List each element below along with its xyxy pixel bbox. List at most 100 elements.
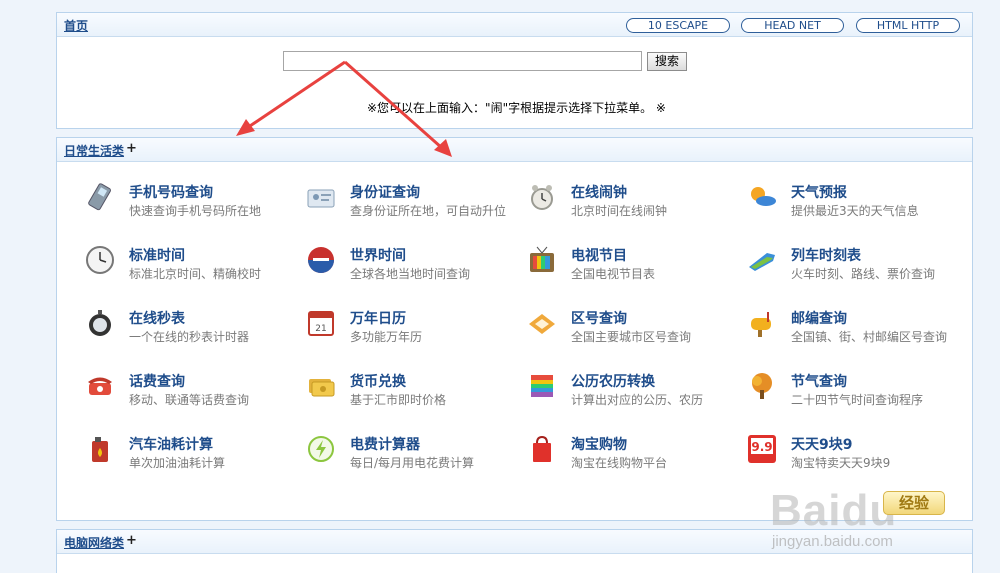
tool-title: 电费计算器	[350, 437, 420, 453]
tool-desc: 全国电视节目表	[571, 267, 656, 281]
mailbox-icon	[751, 312, 771, 337]
stopwatch-icon	[89, 310, 111, 336]
network-expand-plus[interactable]: +	[126, 533, 137, 548]
tool-desc: 淘宝特卖天天9块9	[791, 456, 891, 470]
tool-title: 邮编查询	[791, 311, 847, 327]
home-link[interactable]: 首页	[64, 17, 88, 34]
pill-escape-button[interactable]: 10 ESCAPE	[626, 18, 730, 33]
tool-desc: 火车时刻、路线、票价查询	[791, 267, 936, 281]
tool-title: 电视节目	[571, 248, 627, 264]
tool-title: 万年日历	[350, 311, 406, 327]
tool-item[interactable]: 手机号码查询 快速查询手机号码所在地	[85, 182, 305, 226]
daily-category-link[interactable]: 日常生活类	[64, 142, 124, 159]
id-card-icon	[307, 189, 335, 208]
tool-title: 在线闹钟	[571, 185, 627, 201]
tool-title: 天天9块9	[791, 437, 853, 453]
experience-stamp: 经验	[883, 491, 945, 515]
clock-icon	[86, 246, 114, 274]
tool-desc: 多功能万年历	[350, 330, 423, 344]
svg-text:9.9: 9.9	[751, 440, 772, 454]
search-input[interactable]	[283, 51, 642, 71]
tool-title: 列车时刻表	[791, 248, 861, 264]
calendar-icon: 21	[308, 311, 334, 336]
tool-item[interactable]: 天气预报 提供最近3天的天气信息	[747, 182, 967, 226]
tool-desc: 淘宝在线购物平台	[571, 456, 668, 470]
area-code-icon	[529, 314, 555, 334]
tool-item[interactable]: 邮编查询 全国镇、街、村邮编区号查询	[747, 308, 967, 352]
top-panel-header: 首页 10 ESCAPE HEAD NET HTML HTTP	[57, 13, 972, 37]
train-icon	[749, 253, 775, 271]
alarm-clock-icon	[531, 185, 553, 210]
tool-item[interactable]: 淘宝购物 淘宝在线购物平台	[527, 434, 747, 478]
tool-desc: 每日/每月用电花费计算	[350, 456, 475, 470]
tool-title: 公历农历转换	[571, 374, 655, 390]
tool-item[interactable]: 9.9 天天9块9 淘宝特卖天天9块9	[747, 434, 967, 478]
tool-title: 货币兑换	[350, 374, 406, 390]
currency-icon	[309, 379, 335, 397]
weather-icon	[751, 187, 776, 206]
tool-desc: 提供最近3天的天气信息	[791, 204, 919, 218]
tool-title: 身份证查询	[350, 185, 420, 201]
tool-desc: 全国镇、街、村邮编区号查询	[791, 330, 948, 344]
tool-desc: 北京时间在线闹钟	[571, 204, 668, 218]
nine-nine-icon: 9.9	[748, 435, 776, 463]
tool-item[interactable]: 身份证查询 查身份证所在地，可自动升位	[306, 182, 526, 226]
tool-item[interactable]: 标准时间 标准北京时间、精确校时	[85, 245, 305, 289]
search-button[interactable]: 搜索	[647, 52, 687, 71]
tool-item[interactable]: 列车时刻表 火车时刻、路线、票价查询	[747, 245, 967, 289]
tool-desc: 基于汇市即时价格	[350, 393, 447, 407]
tool-title: 手机号码查询	[129, 185, 213, 201]
tool-title: 区号查询	[571, 311, 627, 327]
tool-desc: 查身份证所在地，可自动升位	[350, 204, 507, 218]
tool-desc: 快速查询手机号码所在地	[129, 204, 262, 218]
tool-item[interactable]: 电费计算器 每日/每月用电花费计算	[306, 434, 526, 478]
pill-head-net-button[interactable]: HEAD NET	[741, 18, 844, 33]
tool-item[interactable]: 区号查询 全国主要城市区号查询	[527, 308, 747, 352]
daily-expand-plus[interactable]: +	[126, 141, 137, 156]
tool-item[interactable]: 节气查询 二十四节气时间查询程序	[747, 371, 967, 415]
baidu-watermark-url: jingyan.baidu.com	[772, 533, 893, 550]
tool-desc: 二十四节气时间查询程序	[791, 393, 924, 407]
tool-item[interactable]: 21 万年日历 多功能万年历	[306, 308, 526, 352]
network-category-link[interactable]: 电脑网络类	[64, 534, 124, 551]
top-panel: 首页 10 ESCAPE HEAD NET HTML HTTP 搜索 ※您可以在…	[56, 12, 973, 129]
shopping-bag-icon	[533, 435, 551, 462]
telephone-icon	[88, 377, 112, 395]
fuel-can-icon	[92, 437, 108, 462]
pill-html-http-button[interactable]: HTML HTTP	[856, 18, 960, 33]
tool-desc: 移动、联通等话费查询	[129, 393, 250, 407]
tool-item[interactable]: 话费查询 移动、联通等话费查询	[85, 371, 305, 415]
tool-item[interactable]: 公历农历转换 计算出对应的公历、农历	[527, 371, 747, 415]
tree-icon	[752, 373, 772, 399]
search-hint: ※您可以在上面输入："闹"字根据提示选择下拉菜单。 ※	[367, 101, 666, 115]
electricity-icon	[308, 436, 334, 462]
tool-item[interactable]: 世界时间 全球各地当地时间查询	[306, 245, 526, 289]
tool-item[interactable]: 汽车油耗计算 单次加油油耗计算	[85, 434, 305, 478]
tv-icon	[530, 246, 554, 272]
daily-panel: 日常生活类 + 手机号码查询 快速查询手机号码所在地 身份证查询 查身份证所在地…	[56, 137, 973, 521]
tool-title: 在线秒表	[129, 311, 185, 327]
tool-title: 天气预报	[791, 185, 847, 201]
tool-title: 标准时间	[129, 248, 185, 264]
tool-item[interactable]: 电视节目 全国电视节目表	[527, 245, 747, 289]
tool-item[interactable]: 货币兑换 基于汇市即时价格	[306, 371, 526, 415]
tool-title: 淘宝购物	[571, 437, 627, 453]
tool-desc: 计算出对应的公历、农历	[571, 393, 704, 407]
tool-title: 汽车油耗计算	[129, 437, 213, 453]
tool-item[interactable]: 在线秒表 一个在线的秒表计时器	[85, 308, 305, 352]
tool-title: 话费查询	[129, 374, 185, 390]
tool-title: 世界时间	[350, 248, 406, 264]
tool-desc: 全球各地当地时间查询	[350, 267, 471, 281]
tool-desc: 单次加油油耗计算	[129, 456, 226, 470]
tool-title: 节气查询	[791, 374, 847, 390]
tool-item[interactable]: 在线闹钟 北京时间在线闹钟	[527, 182, 747, 226]
phone-icon	[88, 183, 111, 211]
lunar-calendar-icon	[531, 375, 553, 397]
baidu-watermark-logo: Baidu	[770, 486, 898, 535]
tool-desc: 全国主要城市区号查询	[571, 330, 692, 344]
svg-text:21: 21	[315, 324, 326, 334]
tool-desc: 一个在线的秒表计时器	[129, 330, 250, 344]
tool-desc: 标准北京时间、精确校时	[129, 267, 262, 281]
globe-clock-icon	[308, 247, 334, 273]
daily-panel-header: 日常生活类 +	[57, 138, 972, 162]
